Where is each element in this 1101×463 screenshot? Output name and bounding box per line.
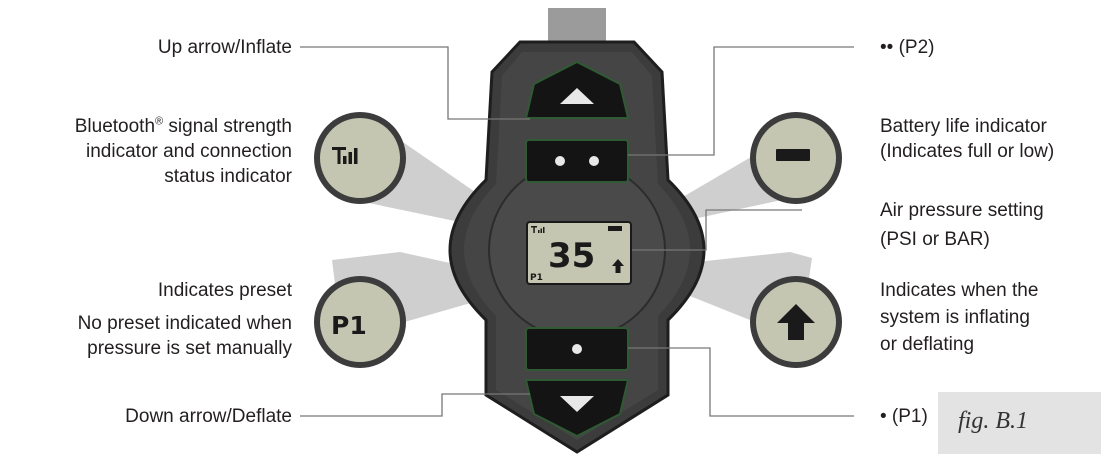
- label-air-line1: Air pressure setting: [880, 200, 1044, 221]
- label-battery-line1: Battery life indicator: [880, 116, 1047, 137]
- label-p2: •• (P2): [880, 37, 935, 58]
- battery-icon: [608, 226, 622, 231]
- label-inflate-line3: or deflating: [880, 334, 975, 355]
- label-preset-line1: Indicates preset: [157, 280, 292, 301]
- label-preset-line3: pressure is set manually: [87, 338, 292, 359]
- label-bluetooth-line1: Bluetooth® signal strength: [74, 115, 292, 137]
- zoom-battery: [750, 112, 842, 204]
- zoom-inflate: [750, 276, 842, 368]
- zoom-preset: P1: [314, 276, 406, 368]
- label-inflate-line1: Indicates when the: [880, 280, 1039, 301]
- label-preset-line2: No preset indicated when: [77, 313, 292, 334]
- label-down-arrow: Down arrow/Deflate: [125, 406, 292, 427]
- p1-button[interactable]: [525, 327, 629, 371]
- pressure-value: 35: [548, 236, 595, 276]
- label-inflate-line2: system is inflating: [880, 307, 1030, 328]
- dot-icon: [589, 156, 599, 166]
- label-bluetooth-line2: indicator and connection: [86, 141, 292, 162]
- battery-icon: [776, 149, 810, 161]
- label-p1: • (P1): [880, 406, 928, 427]
- lcd-display: 35 P1: [526, 221, 632, 285]
- remote-diagram: 35 P1 P1 Up arrow/Inflate Bluetooth® sig…: [0, 0, 1101, 458]
- label-air-line2: (PSI or BAR): [880, 229, 990, 250]
- figure-caption-box: fig. B.1: [938, 392, 1101, 454]
- preset-indicator: P1: [530, 273, 543, 283]
- label-up-arrow: Up arrow/Inflate: [157, 37, 292, 58]
- preset-zoom-text: P1: [331, 311, 367, 340]
- zoom-bluetooth: [314, 112, 406, 204]
- p2-button[interactable]: [525, 139, 629, 183]
- figure-caption: fig. B.1: [958, 408, 1028, 434]
- label-bluetooth-line3: status indicator: [164, 166, 292, 187]
- dot-icon: [572, 344, 582, 354]
- label-battery-line2: (Indicates full or low): [880, 141, 1055, 162]
- dot-icon: [555, 156, 565, 166]
